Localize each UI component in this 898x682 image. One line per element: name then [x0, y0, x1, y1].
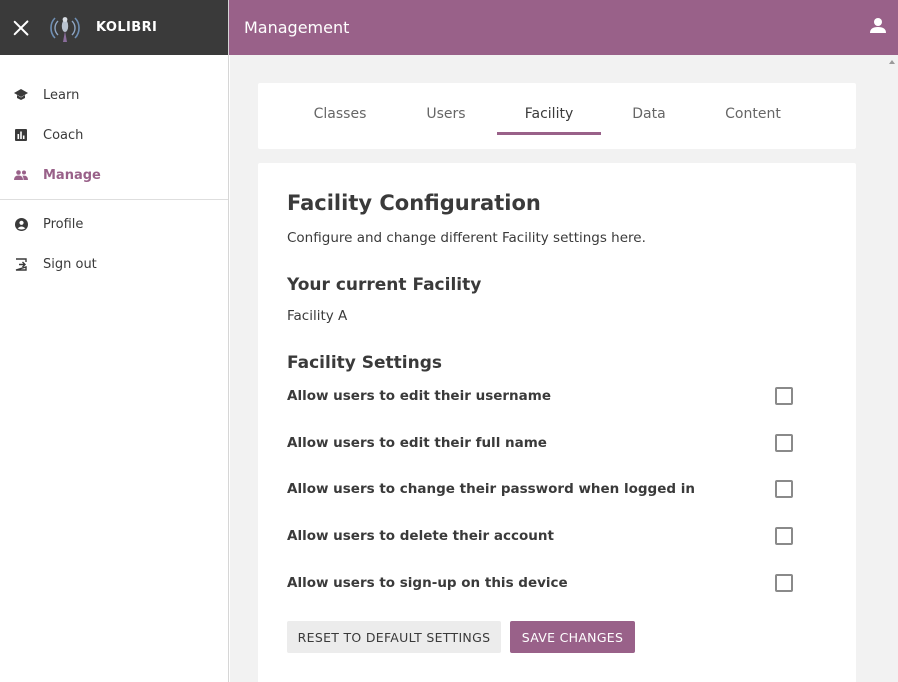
user-menu-icon[interactable] [868, 16, 888, 36]
setting-label: Allow users to change their password whe… [287, 481, 695, 497]
setting-label: Allow users to edit their full name [287, 435, 547, 451]
facility-settings-heading: Facility Settings [287, 353, 443, 373]
coach-icon [14, 128, 28, 142]
close-icon[interactable] [12, 19, 30, 37]
setting-label: Allow users to sign-up on this device [287, 575, 568, 591]
side-nav: KOLIBRI Learn Coach Manage Profile Sign … [0, 0, 229, 682]
nav-divider [0, 199, 228, 200]
brand-name: KOLIBRI [96, 20, 158, 35]
kolibri-logo [46, 12, 84, 44]
setting-label: Allow users to delete their account [287, 528, 554, 544]
nav-item-label: Sign out [43, 256, 97, 272]
setting-edit-username: Allow users to edit their username [287, 384, 793, 408]
scroll-up-icon[interactable] [889, 60, 895, 64]
edit-username-checkbox[interactable] [775, 387, 793, 405]
app-bar: Management [229, 0, 898, 55]
setting-sign-up: Allow users to sign-up on this device [287, 571, 793, 595]
edit-full-name-checkbox[interactable] [775, 434, 793, 452]
nav-item-label: Profile [43, 216, 84, 232]
page-title: Management [244, 18, 350, 37]
facility-config-card: Facility Configuration Configure and cha… [258, 163, 856, 682]
save-changes-button[interactable]: Save changes [510, 621, 635, 653]
current-facility-heading: Your current Facility [287, 275, 482, 295]
section-description: Configure and change different Facility … [287, 230, 646, 246]
sign-up-checkbox[interactable] [775, 574, 793, 592]
tab-classes[interactable]: Classes [300, 83, 380, 135]
scrollbar[interactable] [886, 55, 898, 682]
side-nav-header: KOLIBRI [0, 0, 228, 55]
nav-item-learn[interactable]: Learn [0, 75, 228, 115]
nav-item-label: Coach [43, 127, 84, 143]
nav-item-label: Learn [43, 87, 80, 103]
tab-content[interactable]: Content [710, 83, 796, 135]
side-nav-list: Learn Coach Manage Profile Sign out [0, 55, 228, 284]
main-content: Classes Users Facility Data Content Faci… [230, 55, 898, 682]
current-facility-name: Facility A [287, 308, 348, 324]
tab-data[interactable]: Data [609, 83, 689, 135]
setting-label: Allow users to edit their username [287, 388, 551, 404]
nav-item-label: Manage [43, 167, 101, 183]
learn-icon [14, 88, 28, 102]
manage-icon [14, 168, 28, 182]
profile-icon [14, 217, 28, 231]
nav-item-sign-out[interactable]: Sign out [0, 244, 228, 284]
reset-to-default-button[interactable]: Reset to default settings [287, 621, 501, 653]
setting-change-password: Allow users to change their password whe… [287, 477, 793, 501]
delete-account-checkbox[interactable] [775, 527, 793, 545]
tab-facility[interactable]: Facility [497, 83, 601, 135]
nav-item-profile[interactable]: Profile [0, 204, 228, 244]
change-password-checkbox[interactable] [775, 480, 793, 498]
section-title: Facility Configuration [287, 191, 541, 215]
tab-users[interactable]: Users [406, 83, 486, 135]
setting-edit-full-name: Allow users to edit their full name [287, 431, 793, 455]
tabs-bar: Classes Users Facility Data Content [258, 83, 856, 149]
setting-delete-account: Allow users to delete their account [287, 524, 793, 548]
nav-item-manage[interactable]: Manage [0, 155, 228, 195]
nav-item-coach[interactable]: Coach [0, 115, 228, 155]
sign-out-icon [14, 257, 28, 271]
